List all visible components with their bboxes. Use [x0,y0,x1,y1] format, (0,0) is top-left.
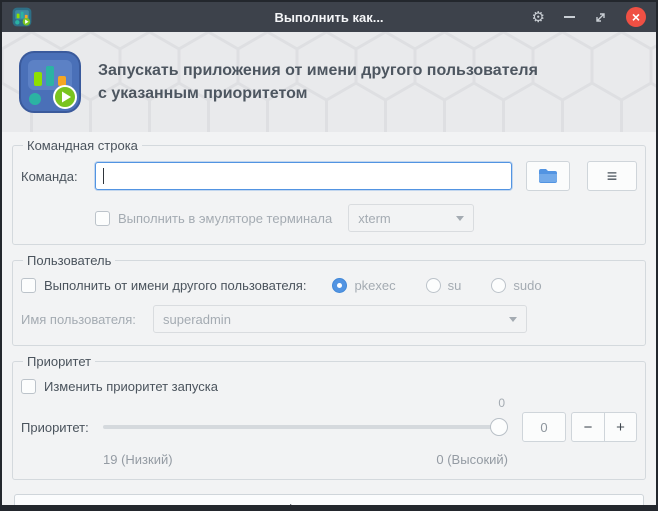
increment-button[interactable]: + [604,412,637,442]
minimize-icon [564,16,575,18]
restore-icon [596,12,605,22]
change-priority-label: Изменить приоритет запуска [44,379,218,394]
username-value: superadmin [163,311,231,327]
run-button[interactable]: Запустить [14,494,644,511]
terminal-emulator-select[interactable]: xterm [348,204,475,232]
header-banner: Запускать приложения от имени другого по… [2,32,656,132]
close-icon: × [631,8,641,25]
command-label: Команда: [21,168,78,184]
app-description: Запускать приложения от имени другого по… [98,59,538,105]
text-caret [103,168,104,184]
browse-file-button[interactable] [526,161,570,191]
radio-su-control [425,278,441,293]
dropdown-arrow-icon [509,316,517,322]
priority-slider[interactable] [103,418,508,436]
folder-icon [539,169,557,183]
app-icon [12,7,32,27]
command-group: Командная строка Команда: ≡ Выполнить в … [12,138,646,245]
radio-su-label: su [447,278,462,293]
dropdown-arrow-icon [456,215,465,221]
username-label: Имя пользователя: [21,311,136,327]
run-as-window: Выполнить как... ⚙ × Запускать приложени… [0,0,658,511]
radio-sudo[interactable]: sudo [491,278,542,293]
priority-scale: 19 (Низкий) 0 (Высокий) [103,452,508,467]
priority-max-label: 0 (Высокий) [436,452,508,467]
slider-handle[interactable] [490,418,508,436]
priority-min-label: 19 (Низкий) [103,452,173,467]
slider-value-tick: 0 [498,396,505,410]
priority-spin-value[interactable]: 0 [522,412,566,442]
app-description-line2: с указанным приоритетом [98,85,308,102]
command-input[interactable] [95,162,512,190]
close-button[interactable]: × [626,7,646,27]
run-button-label: Запустить [307,501,369,511]
command-group-title: Командная строка [27,138,138,153]
priority-label: Приоритет: [21,419,89,435]
terminal-checkbox[interactable] [95,210,110,226]
play-icon [289,504,299,505]
radio-sudo-control [491,278,507,293]
menu-icon: ≡ [606,165,618,186]
user-group-title: Пользователь [27,253,112,268]
slider-track [103,425,508,429]
restore-button[interactable] [594,11,607,24]
priority-group-title: Приоритет [27,354,92,369]
priority-group: Приоритет Изменить приоритет запуска 0 П… [12,354,646,480]
user-group: Пользователь Выполнить от имени другого … [12,253,646,346]
radio-su[interactable]: su [425,278,462,293]
decrement-button[interactable]: − [571,412,604,442]
titlebar[interactable]: Выполнить как... ⚙ × [2,2,656,32]
username-select[interactable]: superadmin [153,305,527,333]
app-logo [19,51,81,113]
run-as-user-label: Выполнить от имени другого пользователя: [44,278,307,293]
radio-sudo-label: sudo [513,278,542,293]
window-controls: ⚙ × [532,7,646,27]
settings-gear-icon[interactable]: ⚙ [532,10,545,25]
app-description-line1: Запускать приложения от имени другого по… [98,61,538,79]
terminal-checkbox-label: Выполнить в эмуляторе терминала [118,210,333,226]
radio-pkexec-label: pkexec [354,278,396,293]
radio-pkexec[interactable]: pkexec [332,278,396,293]
terminal-emulator-value: xterm [358,210,391,226]
priority-spin-buttons: − + [571,412,637,442]
options-menu-button[interactable]: ≡ [587,161,637,191]
run-as-user-checkbox[interactable] [21,278,36,293]
minimize-button[interactable] [564,16,575,18]
change-priority-checkbox[interactable] [21,379,36,394]
radio-pkexec-control [332,278,348,293]
